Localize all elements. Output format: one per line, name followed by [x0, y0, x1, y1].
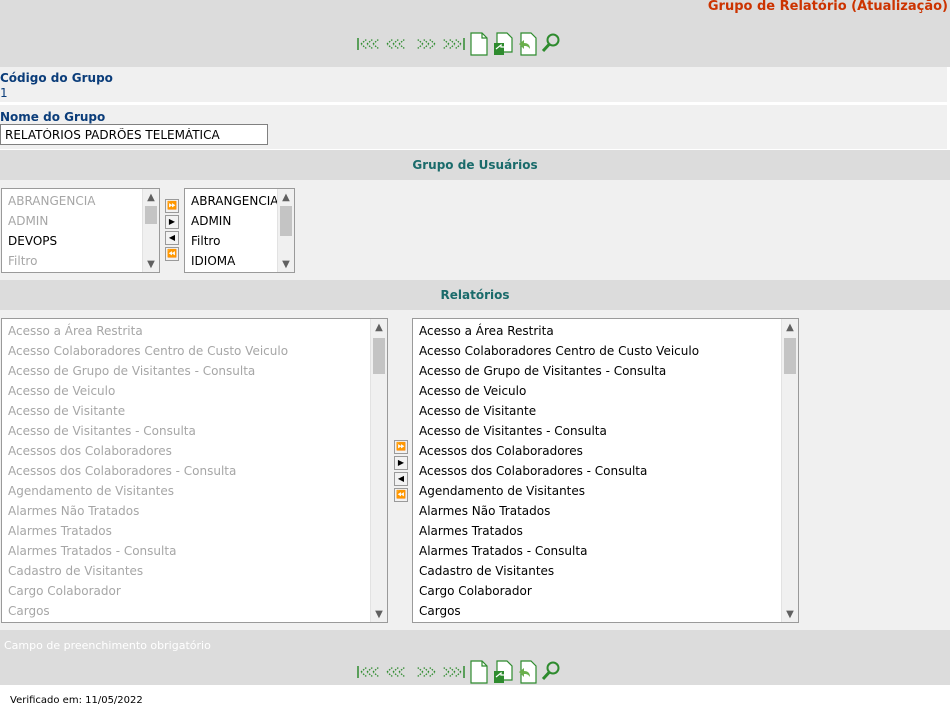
next-record-icon[interactable]: [413, 37, 437, 51]
save-document-icon[interactable]: [493, 660, 513, 684]
codigo-label: Código do Grupo: [0, 71, 113, 85]
relatorios-available-list[interactable]: Acesso a Área Restrita Acesso Colaborador…: [1, 318, 388, 623]
list-item[interactable]: Alarmes Não Tratados: [2, 501, 387, 521]
list-item[interactable]: Acesso Colaboradores Centro de Custo Vei…: [413, 341, 798, 361]
list-item[interactable]: Acesso de Grupo de Visitantes - Consulta: [413, 361, 798, 381]
usuarios-section-title: Grupo de Usuários: [0, 150, 950, 180]
move-right-button[interactable]: ▶: [165, 215, 179, 229]
list-item[interactable]: Alarmes Tratados - Consulta: [413, 541, 798, 561]
scroll-up-icon[interactable]: ▲: [143, 189, 159, 205]
new-document-icon[interactable]: [469, 660, 489, 684]
previous-record-icon[interactable]: [385, 665, 409, 679]
list-item[interactable]: ADMIN: [2, 211, 159, 231]
list-item[interactable]: Alarmes Não Tratados: [413, 501, 798, 521]
move-all-left-button[interactable]: ⏪: [165, 247, 179, 261]
list-item[interactable]: Acesso de Visitantes - Consulta: [2, 421, 387, 441]
list-item[interactable]: Acessos dos Colaboradores: [413, 441, 798, 461]
scroll-down-icon[interactable]: ▼: [782, 606, 798, 622]
save-document-icon[interactable]: [493, 32, 513, 56]
list-item[interactable]: Acesso de Veiculo: [2, 381, 387, 401]
previous-record-icon[interactable]: [385, 37, 409, 51]
list-item[interactable]: Acesso Colaboradores Centro de Custo Vei…: [2, 341, 387, 361]
next-record-icon[interactable]: [413, 665, 437, 679]
list-item[interactable]: ABRANGENCIA: [2, 191, 159, 211]
list-item[interactable]: Alarmes Tratados: [413, 521, 798, 541]
verified-date: Verificado em: 11/05/2022: [10, 695, 143, 706]
list-item[interactable]: Acessos dos Colaboradores - Consulta: [2, 461, 387, 481]
search-icon[interactable]: [541, 32, 561, 56]
toolbar-bottom: [357, 659, 561, 685]
list-item[interactable]: Cadastro de Visitantes: [413, 561, 798, 581]
list-item[interactable]: Agendamento de Visitantes: [413, 481, 798, 501]
scroll-up-icon[interactable]: ▲: [371, 319, 387, 335]
usuarios-selected-list[interactable]: ABRANGENCIA ADMIN Filtro IDIOMA ▲ ▼: [184, 188, 295, 273]
codigo-block: Código do Grupo 1: [0, 67, 947, 102]
relatorios-selected-list[interactable]: Acesso a Área Restrita Acesso Colaborador…: [412, 318, 799, 623]
move-right-button[interactable]: ▶: [394, 456, 408, 470]
toolbar-top: [357, 31, 561, 57]
bottom-toolbar-band: Campo de preenchimento obrigatório: [0, 630, 950, 685]
scroll-up-icon[interactable]: ▲: [278, 189, 294, 205]
first-record-icon[interactable]: [357, 37, 381, 51]
page-title: Grupo de Relatório (Atualização): [707, 0, 948, 14]
usuarios-available-list[interactable]: ABRANGENCIA ADMIN DEVOPS Filtro ▲ ▼: [1, 188, 160, 273]
list-item[interactable]: Acesso a Área Restrita: [2, 321, 387, 341]
undo-document-icon[interactable]: [517, 32, 537, 56]
list-item[interactable]: Acesso a Área Restrita: [413, 321, 798, 341]
usuarios-selected-scrollbar[interactable]: ▲ ▼: [277, 189, 294, 272]
list-item[interactable]: Acessos dos Colaboradores: [2, 441, 387, 461]
move-left-button[interactable]: ◀: [165, 231, 179, 245]
list-item[interactable]: Cargos: [413, 601, 798, 621]
scroll-down-icon[interactable]: ▼: [143, 256, 159, 272]
move-left-button[interactable]: ◀: [394, 472, 408, 486]
list-item[interactable]: Cargos: [2, 601, 387, 621]
list-item[interactable]: DEVOPS: [2, 231, 159, 251]
list-item[interactable]: Cargo Colaborador: [413, 581, 798, 601]
usuarios-transfer-buttons: ⏩ ▶ ◀ ⏪: [165, 199, 179, 261]
list-item[interactable]: Acesso de Veiculo: [413, 381, 798, 401]
nome-label: Nome do Grupo: [0, 110, 106, 124]
first-record-icon[interactable]: [357, 665, 381, 679]
list-item[interactable]: Agendamento de Visitantes: [2, 481, 387, 501]
usuarios-available-scrollbar[interactable]: ▲ ▼: [142, 189, 159, 272]
list-item[interactable]: Acesso de Visitante: [413, 401, 798, 421]
new-document-icon[interactable]: [469, 32, 489, 56]
move-all-right-button[interactable]: ⏩: [394, 440, 408, 454]
scroll-down-icon[interactable]: ▼: [278, 256, 294, 272]
last-record-icon[interactable]: [441, 37, 465, 51]
search-icon[interactable]: [541, 660, 561, 684]
required-field-note: Campo de preenchimento obrigatório: [4, 639, 211, 652]
relatorios-selected-scrollbar[interactable]: ▲ ▼: [781, 319, 798, 622]
relatorios-transfer-buttons: ⏩ ▶ ◀ ⏪: [394, 440, 408, 502]
last-record-icon[interactable]: [441, 665, 465, 679]
relatorios-section-title: Relatórios: [0, 280, 950, 310]
nome-input[interactable]: [0, 124, 268, 145]
list-item[interactable]: Acesso de Visitante: [2, 401, 387, 421]
list-item[interactable]: Acesso de Visitantes - Consulta: [413, 421, 798, 441]
list-item[interactable]: Cargo Colaborador: [2, 581, 387, 601]
list-item[interactable]: Alarmes Tratados: [2, 521, 387, 541]
top-toolbar-band: Grupo de Relatório (Atualização): [0, 0, 950, 67]
relatorios-available-scrollbar[interactable]: ▲ ▼: [370, 319, 387, 622]
scroll-thumb[interactable]: [280, 206, 292, 236]
list-item[interactable]: Filtro: [2, 251, 159, 271]
list-item[interactable]: Acesso de Grupo de Visitantes - Consulta: [2, 361, 387, 381]
nome-block: Nome do Grupo: [0, 105, 947, 149]
relatorios-pane: Acesso a Área Restrita Acesso Colaborador…: [0, 310, 950, 630]
scroll-up-icon[interactable]: ▲: [782, 319, 798, 335]
move-all-right-button[interactable]: ⏩: [165, 199, 179, 213]
scroll-thumb[interactable]: [145, 206, 157, 224]
undo-document-icon[interactable]: [517, 660, 537, 684]
list-item[interactable]: Cadastro de Visitantes: [2, 561, 387, 581]
list-item[interactable]: Alarmes Tratados - Consulta: [2, 541, 387, 561]
list-item[interactable]: Acessos dos Colaboradores - Consulta: [413, 461, 798, 481]
usuarios-pane: ABRANGENCIA ADMIN DEVOPS Filtro ▲ ▼ ⏩ ▶ ◀ ⏪…: [0, 180, 950, 280]
scroll-down-icon[interactable]: ▼: [371, 606, 387, 622]
move-all-left-button[interactable]: ⏪: [394, 488, 408, 502]
scroll-thumb[interactable]: [373, 338, 385, 374]
codigo-value: 1: [0, 86, 8, 100]
scroll-thumb[interactable]: [784, 338, 796, 374]
